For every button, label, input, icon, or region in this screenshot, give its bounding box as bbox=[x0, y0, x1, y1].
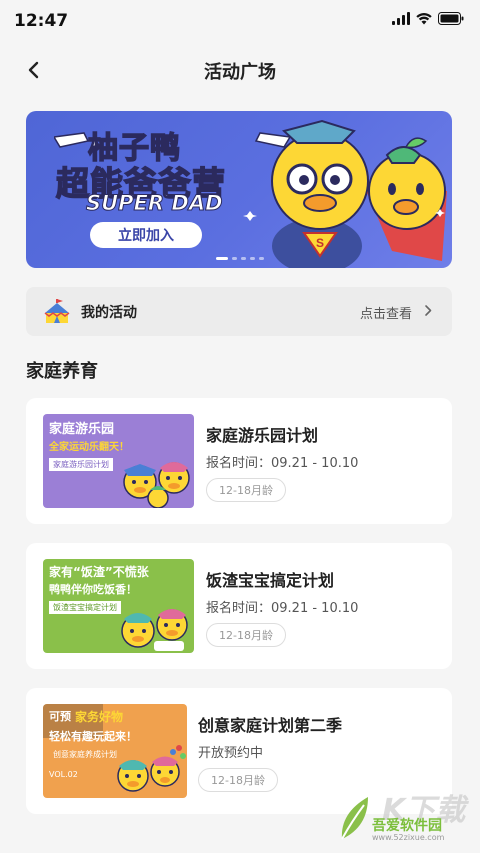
watermark-site-name: 吾爱软件园 bbox=[372, 818, 442, 834]
activity-thumbnail: 可预 家务好物 轻松有趣玩起来！ 创意家庭养成计划 VOL.02 bbox=[43, 704, 187, 798]
status-bar: 12:47 bbox=[0, 0, 480, 44]
leaf-logo-icon bbox=[341, 797, 368, 840]
age-tag: 12-18月龄 bbox=[198, 768, 278, 792]
carousel-dot[interactable] bbox=[241, 257, 246, 260]
age-tag: 12-18月龄 bbox=[206, 623, 286, 647]
card-title: 家庭游乐园计划 bbox=[206, 426, 319, 445]
card-date: 报名时间：09.21 - 10.10 bbox=[206, 456, 359, 471]
banner-english-title: SUPER DAD bbox=[86, 191, 224, 216]
card-date: 报名时间：09.21 - 10.10 bbox=[206, 601, 359, 616]
activity-card[interactable]: 家庭游乐园 全家运动乐翻天！ 家庭游乐园计划 家庭游乐园计划 报名时间：09.2… bbox=[26, 398, 452, 524]
thumbnail-plan-label: 饭渣宝宝搞定计划 bbox=[49, 601, 121, 614]
duck-family-illustration bbox=[117, 745, 186, 792]
volume-label: VOL.02 bbox=[49, 770, 78, 779]
promo-banner[interactable]: 柚子鸭 超能爸爸营 SUPER DAD 立即加入 S bbox=[26, 111, 452, 268]
duck-mascots-illustration: S bbox=[243, 119, 447, 268]
age-tag: 12-18月龄 bbox=[206, 478, 286, 502]
section-title: 家庭养育 bbox=[26, 361, 98, 382]
my-activity-row[interactable]: 我的活动 点击查看 bbox=[26, 287, 452, 336]
status-time: 12:47 bbox=[14, 11, 69, 31]
watermark-url: www.52zixue.com bbox=[372, 833, 445, 842]
activity-thumbnail: 家庭游乐园 全家运动乐翻天！ 家庭游乐园计划 bbox=[43, 414, 194, 508]
site-watermark: K下载 吾爱软件园 www.52zixue.com bbox=[338, 785, 478, 845]
activity-card[interactable]: 家有“饭渣”不慌张 鸭鸭伴你吃饭香！ 饭渣宝宝搞定计划 饭渣宝宝搞定计划 报名时… bbox=[26, 543, 452, 669]
activity-thumbnail: 家有“饭渣”不慌张 鸭鸭伴你吃饭香！ 饭渣宝宝搞定计划 bbox=[43, 559, 194, 653]
card-title: 饭渣宝宝搞定计划 bbox=[206, 571, 335, 590]
duck-family-illustration bbox=[123, 462, 190, 508]
chevron-right-icon bbox=[425, 305, 432, 316]
status-icons bbox=[392, 12, 464, 25]
tent-icon bbox=[44, 299, 70, 323]
card-status: 开放预约中 bbox=[198, 746, 264, 761]
thumbnail-headline: 家务好物 bbox=[75, 710, 124, 724]
duck-family-illustration bbox=[121, 609, 188, 651]
carousel-dot[interactable] bbox=[250, 257, 255, 260]
signal-icon bbox=[392, 12, 410, 25]
carousel-dot[interactable] bbox=[259, 257, 264, 260]
my-activity-label: 我的活动 bbox=[81, 305, 137, 321]
thumbnail-headline: 家庭游乐园 bbox=[49, 422, 115, 437]
preorder-badge: 可预 bbox=[49, 710, 71, 723]
svg-text:S: S bbox=[316, 236, 324, 250]
thumbnail-headline: 家有“饭渣”不慌张 bbox=[49, 565, 149, 579]
wifi-icon bbox=[416, 12, 432, 25]
join-now-button[interactable]: 立即加入 bbox=[90, 222, 202, 248]
view-more-link[interactable]: 点击查看 bbox=[360, 303, 412, 322]
carousel-dot[interactable] bbox=[232, 257, 237, 260]
nav-bar: 活动广场 bbox=[0, 48, 480, 92]
card-title: 创意家庭计划第二季 bbox=[198, 716, 343, 735]
page-title: 活动广场 bbox=[204, 62, 276, 83]
carousel-dot[interactable] bbox=[216, 257, 228, 260]
thumbnail-plan-label: 家庭游乐园计划 bbox=[49, 458, 113, 471]
carousel-indicator[interactable] bbox=[216, 257, 264, 260]
battery-icon bbox=[438, 12, 464, 25]
